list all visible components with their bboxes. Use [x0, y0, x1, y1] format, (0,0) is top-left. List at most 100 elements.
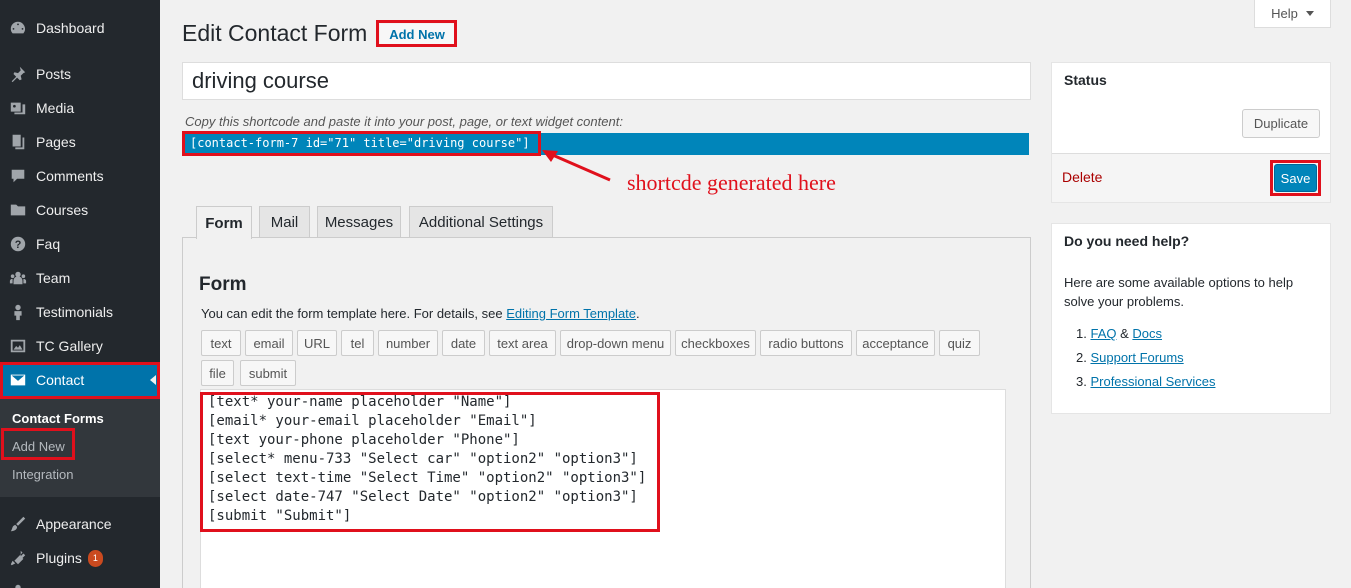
submenu-contact-forms[interactable]: Contact Forms: [12, 411, 104, 426]
status-title: Status: [1064, 72, 1107, 88]
sidebar-item-team[interactable]: Team: [0, 261, 160, 295]
help-text: Here are some available options to help …: [1064, 275, 1294, 309]
tag-button-number[interactable]: number: [378, 330, 438, 356]
sidebar-item-comments[interactable]: Comments: [0, 159, 160, 193]
sidebar-item-label: Comments: [36, 168, 104, 184]
tab-form[interactable]: Form: [196, 206, 252, 239]
admin-sidebar: Dashboard Posts Media Pages Comments Cou…: [0, 0, 160, 588]
tag-button-date[interactable]: date: [442, 330, 485, 356]
person-icon: [0, 583, 36, 588]
tag-button-quiz[interactable]: quiz: [939, 330, 980, 356]
support-forums-link[interactable]: Support Forums: [1090, 350, 1183, 365]
sidebar-item-contact[interactable]: Contact: [0, 363, 160, 397]
media-icon: [0, 99, 36, 117]
sidebar-item-label: Courses: [36, 202, 89, 218]
faq-link[interactable]: FAQ: [1090, 326, 1116, 341]
sidebar-item-testimonials[interactable]: Testimonials: [0, 295, 160, 329]
editing-form-template-link[interactable]: Editing Form Template: [506, 306, 636, 321]
tag-button-text[interactable]: text: [201, 330, 241, 356]
sidebar-item-label: Testimonials: [36, 304, 114, 320]
docs-link[interactable]: Docs: [1132, 326, 1162, 341]
delete-link[interactable]: Delete: [1062, 169, 1102, 185]
submenu-add-new[interactable]: Add New: [12, 439, 65, 454]
professional-services-link[interactable]: Professional Services: [1090, 374, 1215, 389]
shortcode-hint: Copy this shortcode and paste it into yo…: [185, 114, 623, 129]
tab-additional-settings[interactable]: Additional Settings: [409, 206, 553, 238]
panel-desc-suffix: .: [636, 306, 640, 321]
sidebar-item-label: Team: [36, 270, 71, 286]
sidebar-item-dashboard[interactable]: Dashboard: [0, 11, 160, 45]
submenu-integration[interactable]: Integration: [12, 467, 73, 482]
list-number: 2.: [1076, 350, 1087, 365]
svg-text:?: ?: [15, 239, 22, 251]
sidebar-item-label: Posts: [36, 66, 72, 82]
list-number: 3.: [1076, 374, 1087, 389]
mail-icon: [0, 371, 36, 389]
sidebar-item-plugins[interactable]: Plugins 1: [0, 541, 160, 575]
sidebar-item-posts[interactable]: Posts: [0, 57, 160, 91]
tag-button-checkboxes[interactable]: checkboxes: [675, 330, 756, 356]
page-title: Edit Contact Form: [182, 20, 368, 46]
form-title-input[interactable]: [182, 62, 1031, 100]
tag-button-email[interactable]: email: [245, 330, 293, 356]
panel-title: Form: [199, 274, 247, 295]
question-icon: ?: [0, 235, 36, 253]
tag-button-acceptance[interactable]: acceptance: [856, 330, 935, 356]
annotation-arrow: [542, 150, 611, 182]
tag-button-file[interactable]: file: [201, 360, 234, 386]
help-item-support: 2. Support Forums: [1076, 350, 1184, 365]
plugin-icon: [0, 549, 36, 567]
sidebar-item-pages[interactable]: Pages: [0, 125, 160, 159]
panel-description: You can edit the form template here. For…: [201, 306, 640, 321]
tag-button-radio[interactable]: radio buttons: [760, 330, 852, 356]
sidebar-item-faq[interactable]: ? Faq: [0, 227, 160, 261]
contact-submenu: Contact Forms Add New Integration: [0, 397, 160, 497]
pages-icon: [0, 133, 36, 151]
list-number: 1.: [1076, 326, 1087, 341]
shortcode-text[interactable]: [contact-form-7 id="71" title="driving c…: [190, 136, 530, 150]
sidebar-item-label: Media: [36, 100, 75, 116]
help-button[interactable]: Help: [1254, 0, 1331, 28]
caret-down-icon: [1305, 11, 1314, 16]
panel-desc-text: You can edit the form template here. For…: [201, 306, 507, 321]
person-icon: [0, 303, 36, 321]
help-item-faq: 1. FAQ & Docs: [1076, 326, 1162, 341]
tab-messages[interactable]: Messages: [317, 206, 401, 238]
sidebar-item-courses[interactable]: Courses: [0, 193, 160, 227]
sidebar-item-label: Pages: [36, 134, 76, 150]
sidebar-item-label: Plugins: [36, 550, 82, 566]
form-template-code[interactable]: [text* your-name placeholder "Name"] [em…: [208, 393, 646, 526]
sidebar-item-label: Contact: [36, 372, 85, 388]
comment-icon: [0, 167, 36, 185]
tag-button-submit[interactable]: submit: [240, 360, 296, 386]
tab-mail[interactable]: Mail: [259, 206, 310, 238]
annotation-label: shortcde generated here: [627, 170, 836, 195]
dashboard-icon: [0, 19, 36, 37]
duplicate-button[interactable]: Duplicate: [1242, 109, 1320, 138]
tag-button-textarea[interactable]: text area: [489, 330, 556, 356]
folder-icon: [0, 201, 36, 219]
sidebar-item-label: Appearance: [36, 516, 112, 532]
help-item-services: 3. Professional Services: [1076, 374, 1215, 389]
groups-icon: [0, 269, 36, 287]
tag-button-tel[interactable]: tel: [341, 330, 374, 356]
pin-icon: [0, 65, 36, 83]
update-count-badge: 1: [87, 549, 103, 567]
save-button[interactable]: Save: [1274, 164, 1317, 192]
tag-button-dropdown[interactable]: drop-down menu: [560, 330, 671, 356]
help-label: Help: [1271, 6, 1298, 21]
gallery-icon: [0, 337, 36, 355]
sidebar-item-label: TC Gallery: [36, 338, 103, 354]
sidebar-item-appearance[interactable]: Appearance: [0, 507, 160, 541]
sidebar-item-label: Dashboard: [36, 20, 105, 36]
brush-icon: [0, 515, 36, 533]
separator: &: [1116, 326, 1133, 341]
sidebar-item-media[interactable]: Media: [0, 91, 160, 125]
sidebar-item-label: Faq: [36, 236, 61, 252]
add-new-button[interactable]: Add New: [380, 24, 454, 44]
sidebar-item-tc-gallery[interactable]: TC Gallery: [0, 329, 160, 363]
tag-button-url[interactable]: URL: [297, 330, 337, 356]
help-title: Do you need help?: [1064, 233, 1190, 249]
active-indicator: [150, 375, 156, 385]
sidebar-item-partial[interactable]: [0, 575, 160, 588]
